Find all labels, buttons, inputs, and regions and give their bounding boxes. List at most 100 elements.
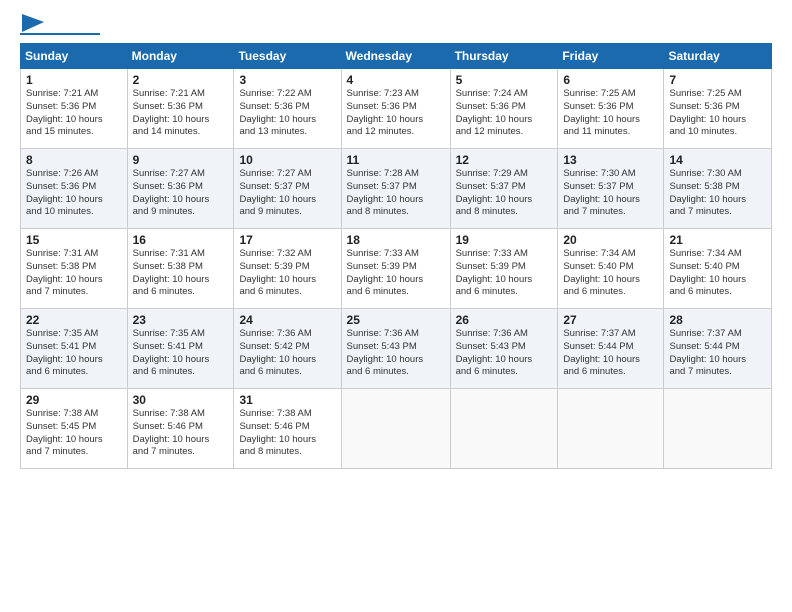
calendar-cell: 18Sunrise: 7:33 AM Sunset: 5:39 PM Dayli… [341,229,450,309]
calendar-cell: 12Sunrise: 7:29 AM Sunset: 5:37 PM Dayli… [450,149,558,229]
calendar-cell: 8Sunrise: 7:26 AM Sunset: 5:36 PM Daylig… [21,149,128,229]
calendar-cell [558,389,664,469]
day-info: Sunrise: 7:32 AM Sunset: 5:39 PM Dayligh… [239,248,335,299]
day-info: Sunrise: 7:25 AM Sunset: 5:36 PM Dayligh… [669,88,766,139]
calendar-day-header: Saturday [664,44,772,69]
calendar-cell: 13Sunrise: 7:30 AM Sunset: 5:37 PM Dayli… [558,149,664,229]
day-number: 11 [347,153,445,167]
day-info: Sunrise: 7:33 AM Sunset: 5:39 PM Dayligh… [347,248,445,299]
calendar-day-header: Friday [558,44,664,69]
day-number: 17 [239,233,335,247]
day-number: 3 [239,73,335,87]
calendar-cell: 19Sunrise: 7:33 AM Sunset: 5:39 PM Dayli… [450,229,558,309]
day-info: Sunrise: 7:34 AM Sunset: 5:40 PM Dayligh… [669,248,766,299]
day-number: 10 [239,153,335,167]
calendar-cell: 15Sunrise: 7:31 AM Sunset: 5:38 PM Dayli… [21,229,128,309]
day-number: 29 [26,393,122,407]
day-number: 2 [133,73,229,87]
calendar-week-row: 29Sunrise: 7:38 AM Sunset: 5:45 PM Dayli… [21,389,772,469]
calendar-cell: 29Sunrise: 7:38 AM Sunset: 5:45 PM Dayli… [21,389,128,469]
day-number: 23 [133,313,229,327]
calendar-cell: 9Sunrise: 7:27 AM Sunset: 5:36 PM Daylig… [127,149,234,229]
calendar-header-row: SundayMondayTuesdayWednesdayThursdayFrid… [21,44,772,69]
calendar-cell: 2Sunrise: 7:21 AM Sunset: 5:36 PM Daylig… [127,69,234,149]
calendar-cell: 4Sunrise: 7:23 AM Sunset: 5:36 PM Daylig… [341,69,450,149]
calendar-cell: 14Sunrise: 7:30 AM Sunset: 5:38 PM Dayli… [664,149,772,229]
day-number: 9 [133,153,229,167]
day-info: Sunrise: 7:30 AM Sunset: 5:38 PM Dayligh… [669,168,766,219]
calendar-cell: 27Sunrise: 7:37 AM Sunset: 5:44 PM Dayli… [558,309,664,389]
day-number: 30 [133,393,229,407]
calendar-cell: 17Sunrise: 7:32 AM Sunset: 5:39 PM Dayli… [234,229,341,309]
calendar-body: 1Sunrise: 7:21 AM Sunset: 5:36 PM Daylig… [21,69,772,469]
logo-arrow-icon [22,14,44,32]
day-info: Sunrise: 7:22 AM Sunset: 5:36 PM Dayligh… [239,88,335,139]
day-number: 5 [456,73,553,87]
calendar-cell: 31Sunrise: 7:38 AM Sunset: 5:46 PM Dayli… [234,389,341,469]
day-number: 15 [26,233,122,247]
calendar-day-header: Thursday [450,44,558,69]
day-info: Sunrise: 7:26 AM Sunset: 5:36 PM Dayligh… [26,168,122,219]
calendar-cell: 28Sunrise: 7:37 AM Sunset: 5:44 PM Dayli… [664,309,772,389]
day-number: 25 [347,313,445,327]
calendar-cell [664,389,772,469]
calendar-cell: 21Sunrise: 7:34 AM Sunset: 5:40 PM Dayli… [664,229,772,309]
day-info: Sunrise: 7:35 AM Sunset: 5:41 PM Dayligh… [26,328,122,379]
day-info: Sunrise: 7:30 AM Sunset: 5:37 PM Dayligh… [563,168,658,219]
calendar-cell: 10Sunrise: 7:27 AM Sunset: 5:37 PM Dayli… [234,149,341,229]
day-number: 20 [563,233,658,247]
calendar-cell: 1Sunrise: 7:21 AM Sunset: 5:36 PM Daylig… [21,69,128,149]
day-info: Sunrise: 7:27 AM Sunset: 5:37 PM Dayligh… [239,168,335,219]
day-number: 7 [669,73,766,87]
day-info: Sunrise: 7:24 AM Sunset: 5:36 PM Dayligh… [456,88,553,139]
calendar-cell: 30Sunrise: 7:38 AM Sunset: 5:46 PM Dayli… [127,389,234,469]
day-info: Sunrise: 7:37 AM Sunset: 5:44 PM Dayligh… [669,328,766,379]
calendar-day-header: Tuesday [234,44,341,69]
day-number: 24 [239,313,335,327]
day-info: Sunrise: 7:21 AM Sunset: 5:36 PM Dayligh… [133,88,229,139]
calendar-cell: 26Sunrise: 7:36 AM Sunset: 5:43 PM Dayli… [450,309,558,389]
day-info: Sunrise: 7:36 AM Sunset: 5:42 PM Dayligh… [239,328,335,379]
day-number: 19 [456,233,553,247]
day-info: Sunrise: 7:33 AM Sunset: 5:39 PM Dayligh… [456,248,553,299]
calendar-cell: 23Sunrise: 7:35 AM Sunset: 5:41 PM Dayli… [127,309,234,389]
day-info: Sunrise: 7:34 AM Sunset: 5:40 PM Dayligh… [563,248,658,299]
calendar-week-row: 15Sunrise: 7:31 AM Sunset: 5:38 PM Dayli… [21,229,772,309]
calendar-cell: 25Sunrise: 7:36 AM Sunset: 5:43 PM Dayli… [341,309,450,389]
day-info: Sunrise: 7:29 AM Sunset: 5:37 PM Dayligh… [456,168,553,219]
day-info: Sunrise: 7:36 AM Sunset: 5:43 PM Dayligh… [456,328,553,379]
day-number: 16 [133,233,229,247]
day-number: 28 [669,313,766,327]
day-number: 12 [456,153,553,167]
day-number: 13 [563,153,658,167]
logo [20,18,100,35]
calendar-day-header: Monday [127,44,234,69]
calendar-cell: 6Sunrise: 7:25 AM Sunset: 5:36 PM Daylig… [558,69,664,149]
day-info: Sunrise: 7:36 AM Sunset: 5:43 PM Dayligh… [347,328,445,379]
calendar-week-row: 22Sunrise: 7:35 AM Sunset: 5:41 PM Dayli… [21,309,772,389]
day-number: 22 [26,313,122,327]
day-number: 18 [347,233,445,247]
day-number: 31 [239,393,335,407]
calendar-cell: 7Sunrise: 7:25 AM Sunset: 5:36 PM Daylig… [664,69,772,149]
calendar-cell: 5Sunrise: 7:24 AM Sunset: 5:36 PM Daylig… [450,69,558,149]
day-info: Sunrise: 7:38 AM Sunset: 5:46 PM Dayligh… [133,408,229,459]
day-number: 21 [669,233,766,247]
calendar-cell: 3Sunrise: 7:22 AM Sunset: 5:36 PM Daylig… [234,69,341,149]
calendar-table: SundayMondayTuesdayWednesdayThursdayFrid… [20,43,772,469]
day-number: 14 [669,153,766,167]
page: SundayMondayTuesdayWednesdayThursdayFrid… [0,0,792,612]
day-info: Sunrise: 7:27 AM Sunset: 5:36 PM Dayligh… [133,168,229,219]
day-info: Sunrise: 7:38 AM Sunset: 5:45 PM Dayligh… [26,408,122,459]
header [20,18,772,35]
day-info: Sunrise: 7:21 AM Sunset: 5:36 PM Dayligh… [26,88,122,139]
day-number: 27 [563,313,658,327]
calendar-cell: 20Sunrise: 7:34 AM Sunset: 5:40 PM Dayli… [558,229,664,309]
day-number: 6 [563,73,658,87]
day-info: Sunrise: 7:31 AM Sunset: 5:38 PM Dayligh… [26,248,122,299]
calendar-cell: 16Sunrise: 7:31 AM Sunset: 5:38 PM Dayli… [127,229,234,309]
calendar-week-row: 8Sunrise: 7:26 AM Sunset: 5:36 PM Daylig… [21,149,772,229]
day-info: Sunrise: 7:37 AM Sunset: 5:44 PM Dayligh… [563,328,658,379]
day-info: Sunrise: 7:38 AM Sunset: 5:46 PM Dayligh… [239,408,335,459]
calendar-cell: 22Sunrise: 7:35 AM Sunset: 5:41 PM Dayli… [21,309,128,389]
